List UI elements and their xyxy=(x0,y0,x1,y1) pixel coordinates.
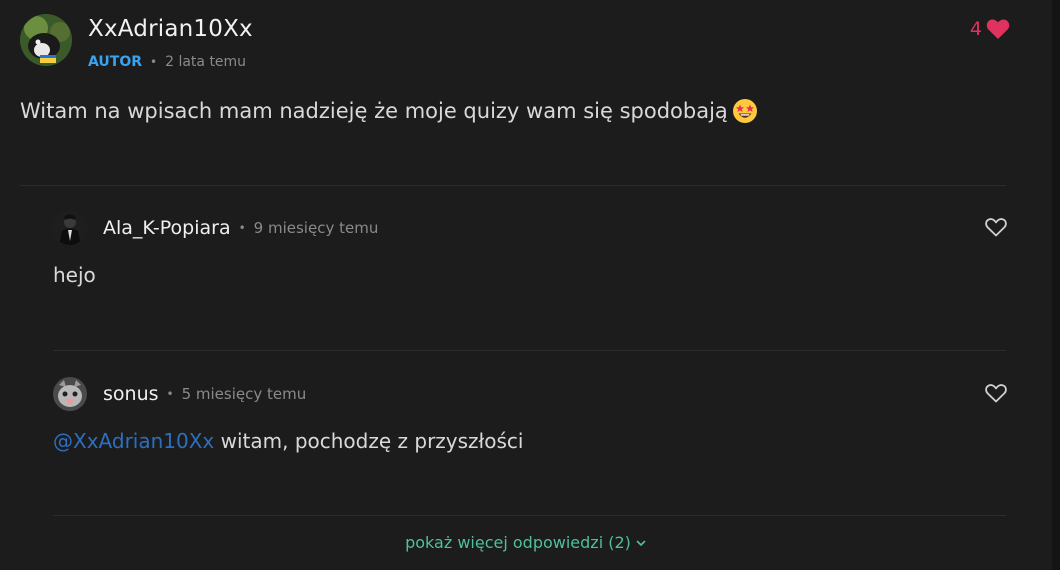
post-text: Witam na wpisach mam nadzieję że moje qu… xyxy=(20,99,728,123)
meta-separator: • xyxy=(166,387,174,401)
divider xyxy=(20,185,1006,186)
reply-meta: sonus • 5 miesięcy temu xyxy=(103,383,306,405)
show-more-replies-button[interactable]: pokaż więcej odpowiedzi (2) xyxy=(0,533,1052,552)
meta-separator: • xyxy=(238,221,246,235)
star-struck-emoji-icon xyxy=(732,99,757,123)
like-button[interactable] xyxy=(984,381,1008,405)
reply-text: witam, pochodzę z przyszłości xyxy=(214,429,524,453)
reply-item: Ala_K-Popiara • 9 miesięcy temu hejo xyxy=(53,211,1008,311)
reply-body: hejo xyxy=(53,263,96,287)
reply-body: @XxAdrian10Xx witam, pochodzę z przyszło… xyxy=(53,429,523,453)
author-badge: AUTOR xyxy=(88,54,143,70)
like-count: 4 xyxy=(969,18,982,40)
post-header: XxAdrian10Xx AUTOR • 2 lata temu 4 xyxy=(20,14,1010,76)
meta-separator: • xyxy=(150,55,158,69)
heart-filled-icon xyxy=(986,19,1010,39)
avatar[interactable] xyxy=(20,14,72,66)
divider xyxy=(53,350,1006,351)
post-body: Witam na wpisach mam nadzieję że moje qu… xyxy=(20,98,758,124)
avatar-image xyxy=(53,211,87,245)
author-name[interactable]: XxAdrian10Xx xyxy=(88,16,253,42)
reply-header: Ala_K-Popiara • 9 miesięcy temu xyxy=(53,211,1008,251)
chevron-down-icon xyxy=(636,540,646,546)
post-timestamp: 2 lata temu xyxy=(165,54,247,70)
post-meta: AUTOR • 2 lata temu xyxy=(88,54,246,70)
reply-timestamp: 9 miesięcy temu xyxy=(253,219,379,237)
heart-outline-icon xyxy=(985,384,1007,403)
avatar[interactable] xyxy=(53,377,87,411)
reply-timestamp: 5 miesięcy temu xyxy=(181,385,307,403)
avatar-image xyxy=(53,377,87,411)
avatar-image xyxy=(20,14,72,66)
reply-header: sonus • 5 miesięcy temu xyxy=(53,377,1008,417)
avatar[interactable] xyxy=(53,211,87,245)
reply-author[interactable]: sonus xyxy=(103,383,159,405)
like-button[interactable] xyxy=(984,215,1008,239)
like-button[interactable]: 4 xyxy=(970,18,1010,40)
user-mention-link[interactable]: @XxAdrian10Xx xyxy=(53,429,214,453)
divider xyxy=(53,515,1006,516)
scrollbar-track[interactable] xyxy=(1052,0,1060,570)
reply-meta: Ala_K-Popiara • 9 miesięcy temu xyxy=(103,217,378,239)
reply-text: hejo xyxy=(53,263,96,287)
reply-item: sonus • 5 miesięcy temu @XxAdrian10Xx wi… xyxy=(53,377,1008,477)
reply-author[interactable]: Ala_K-Popiara xyxy=(103,217,231,239)
show-more-label: pokaż więcej odpowiedzi (2) xyxy=(405,533,631,552)
heart-outline-icon xyxy=(985,218,1007,237)
